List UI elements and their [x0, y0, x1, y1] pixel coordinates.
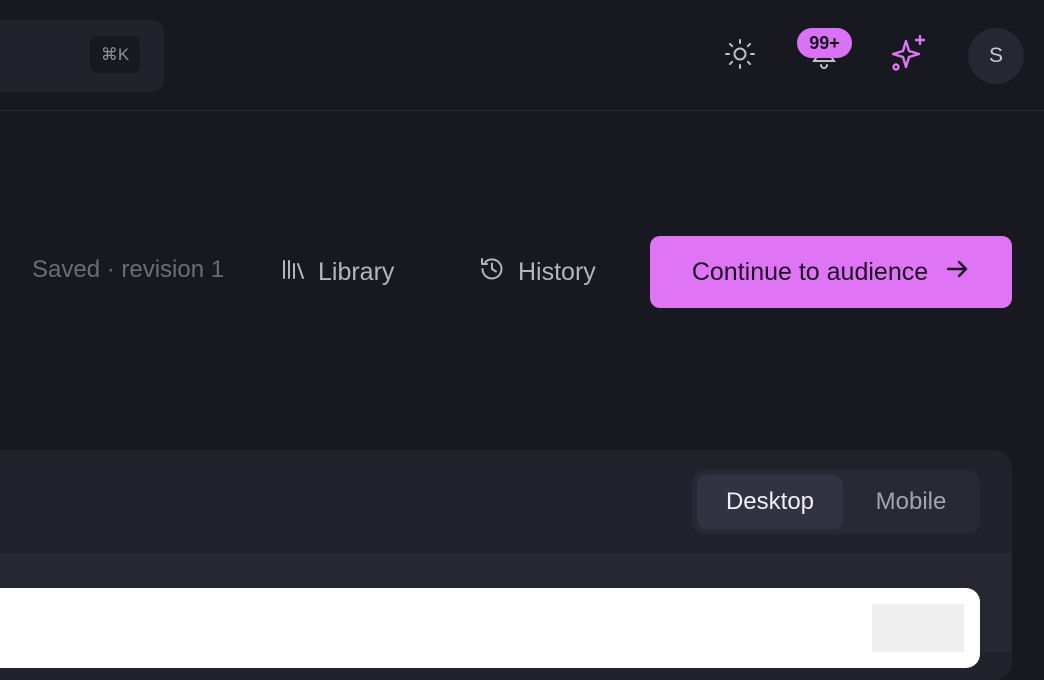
search-shortcut-hint: ⌘K	[90, 36, 140, 73]
top-bar: ⌘K 99+ S	[0, 0, 1044, 111]
theme-toggle-button[interactable]	[720, 36, 760, 76]
panel-divider	[0, 554, 1012, 555]
library-icon	[280, 256, 306, 289]
library-label: Library	[318, 257, 395, 286]
history-label: History	[518, 257, 596, 286]
continue-to-audience-button[interactable]: Continue to audience	[650, 236, 1012, 308]
sparkles-icon	[889, 33, 929, 78]
desktop-toggle-button[interactable]: Desktop	[697, 475, 843, 529]
mobile-toggle-button[interactable]: Mobile	[848, 475, 974, 529]
library-button[interactable]: Library	[280, 254, 394, 290]
sun-icon	[723, 37, 757, 76]
preview-placeholder-block	[872, 604, 964, 652]
history-button[interactable]: History	[478, 254, 596, 290]
continue-label: Continue to audience	[691, 257, 929, 286]
arrow-right-icon	[944, 256, 970, 289]
ai-assistant-button[interactable]	[886, 34, 932, 76]
user-avatar[interactable]: S	[968, 28, 1024, 84]
save-status: Saved · revision 1	[32, 256, 225, 283]
email-preview-frame	[0, 588, 980, 668]
history-icon	[478, 255, 506, 290]
notification-count-badge: 99+	[797, 28, 852, 58]
